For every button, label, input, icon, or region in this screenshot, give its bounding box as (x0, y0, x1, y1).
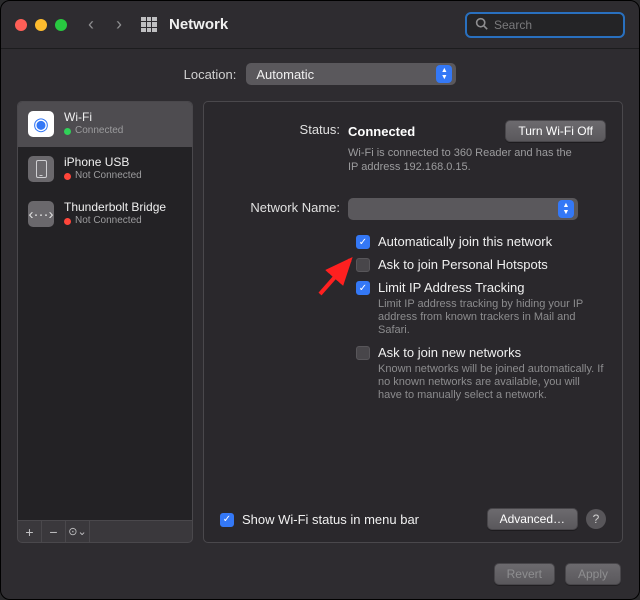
revert-button[interactable]: Revert (494, 563, 555, 585)
sidebar-item-iphone-usb[interactable]: iPhone USB Not Connected (18, 147, 192, 192)
sidebar-item-wifi[interactable]: ◉ Wi-Fi Connected (18, 102, 192, 147)
thunderbolt-icon: ‹···› (28, 201, 54, 227)
show-menubar-checkbox[interactable]: ✓ (220, 513, 234, 527)
status-value: Connected (348, 124, 415, 139)
status-detail: Wi-Fi is connected to 360 Reader and has… (348, 146, 582, 174)
status-dot-icon (64, 128, 71, 135)
auto-join-checkbox[interactable]: ✓ (356, 235, 370, 249)
location-label: Location: (184, 67, 237, 82)
window-title: Network (169, 16, 465, 33)
interfaces-list[interactable]: ◉ Wi-Fi Connected iPhone USB Not Connect… (17, 101, 193, 521)
search-field[interactable] (465, 12, 625, 38)
search-icon (475, 17, 488, 33)
close-window-button[interactable] (15, 19, 27, 31)
location-select[interactable]: Automatic ▲▼ (246, 63, 456, 85)
remove-interface-button[interactable]: − (42, 521, 66, 542)
phone-icon (28, 156, 54, 182)
back-button[interactable]: ‹ (81, 15, 101, 35)
chevron-updown-icon: ▲▼ (558, 200, 574, 218)
turn-wifi-off-button[interactable]: Turn Wi-Fi Off (505, 120, 606, 142)
search-input[interactable] (494, 18, 640, 32)
apply-button[interactable]: Apply (565, 563, 621, 585)
window-traffic-lights[interactable] (15, 19, 67, 31)
limit-ip-checkbox[interactable]: ✓ (356, 281, 370, 295)
network-name-label: Network Name: (220, 198, 348, 220)
sidebar-item-thunderbolt[interactable]: ‹···› Thunderbolt Bridge Not Connected (18, 192, 192, 237)
minimize-window-button[interactable] (35, 19, 47, 31)
help-button[interactable]: ? (586, 509, 606, 529)
ask-new-networks-checkbox[interactable] (356, 346, 370, 360)
advanced-button[interactable]: Advanced… (487, 508, 578, 530)
ask-hotspot-checkbox[interactable] (356, 258, 370, 272)
add-interface-button[interactable]: + (18, 521, 42, 542)
status-dot-icon (64, 173, 71, 180)
wifi-icon: ◉ (28, 111, 54, 137)
status-dot-icon (64, 218, 71, 225)
chevron-updown-icon: ▲▼ (436, 65, 452, 83)
status-label: Status: (220, 120, 348, 137)
forward-button[interactable]: › (109, 15, 129, 35)
fullscreen-window-button[interactable] (55, 19, 67, 31)
network-name-select[interactable]: ▲▼ (348, 198, 578, 220)
show-all-prefs-button[interactable] (141, 17, 157, 33)
more-actions-button[interactable]: ⊙⌄ (66, 521, 90, 542)
